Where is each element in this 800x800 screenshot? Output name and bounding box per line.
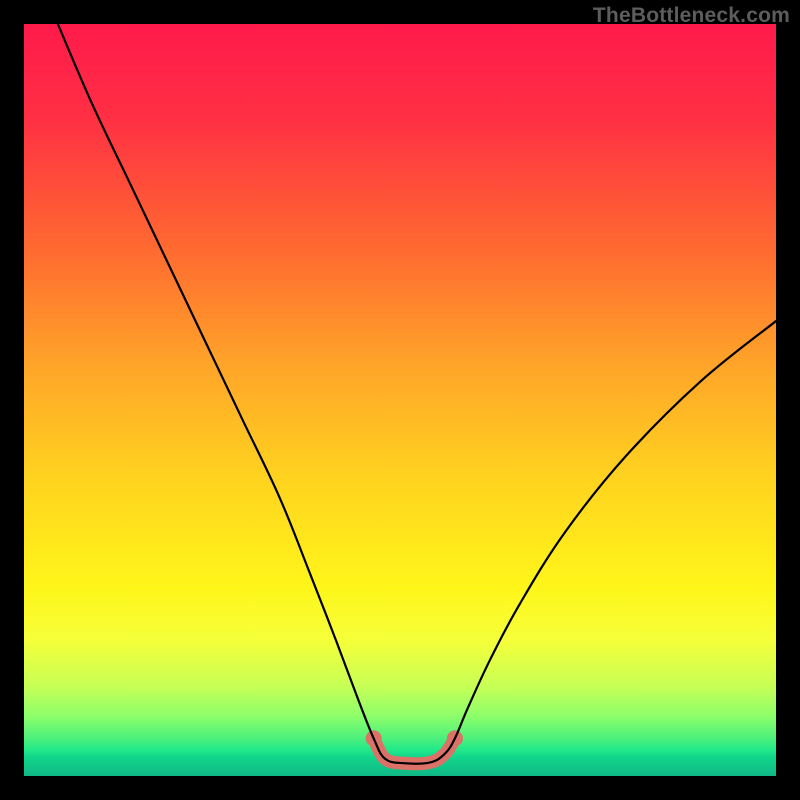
curve-layer: [24, 24, 776, 776]
chart-frame: TheBottleneck.com: [0, 0, 800, 800]
watermark-text: TheBottleneck.com: [593, 4, 790, 28]
bottleneck-curve: [58, 24, 776, 764]
plot-area: [24, 24, 776, 776]
